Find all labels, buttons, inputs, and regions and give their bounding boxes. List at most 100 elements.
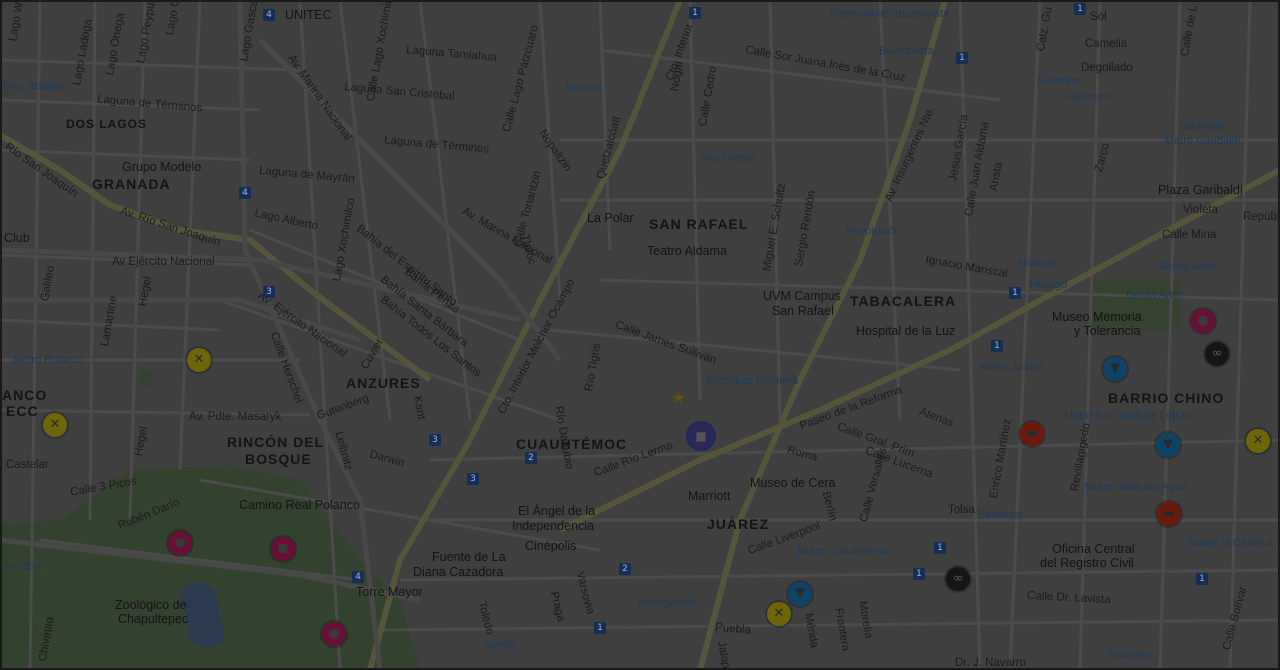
palette-icon[interactable]: ● xyxy=(168,531,192,555)
place-label[interactable]: San Rafael xyxy=(772,304,834,318)
place-label[interactable]: Independencia xyxy=(512,519,594,533)
place-label[interactable]: Chapultepec xyxy=(118,612,188,626)
cart-icon[interactable]: ▬ xyxy=(1020,422,1044,446)
palette-icon[interactable]: ● xyxy=(271,537,295,561)
place-label[interactable]: Zoológico de xyxy=(115,598,187,612)
metro-station-label[interactable]: Isabel la Católica xyxy=(1189,536,1273,550)
place-label[interactable]: La Polar xyxy=(587,211,634,225)
cocktail-icon[interactable]: ▼ xyxy=(1103,357,1127,381)
place-label[interactable]: UNITEC xyxy=(285,8,332,22)
fork-knife-icon[interactable]: ✕ xyxy=(1246,429,1270,453)
cocktail-icon[interactable]: ▼ xyxy=(788,582,812,606)
place-label[interactable]: Fuente de La xyxy=(432,550,506,564)
fork-knife-icon[interactable]: ✕ xyxy=(767,602,791,626)
street-label: Dr. J. Navarro xyxy=(955,657,1026,669)
metro-station-label[interactable]: Buenavista xyxy=(879,44,933,58)
cocktail-icon[interactable]: ▼ xyxy=(1156,433,1180,457)
place-label[interactable]: Club xyxy=(4,231,30,245)
palette-icon[interactable]: ● xyxy=(322,622,346,646)
neighborhood-label: DOS LAGOS xyxy=(66,117,148,131)
metro-station-label[interactable]: Metro Cuauhtémoc xyxy=(797,544,891,558)
route-badge: 1 xyxy=(1009,287,1021,299)
fork-knife-icon[interactable]: ✕ xyxy=(43,413,67,437)
place-label: ECC xyxy=(6,403,39,419)
place-label[interactable]: El Ángel de la xyxy=(518,504,595,518)
metro-station-label[interactable]: Metro Garibaldi xyxy=(1165,134,1240,148)
route-badge: 1 xyxy=(1196,573,1208,585)
place-label[interactable]: Hospital de la Luz xyxy=(856,324,955,338)
metro-station-label[interactable]: Sevilla xyxy=(484,638,516,652)
place-label[interactable]: del Registro Civil xyxy=(1040,556,1134,570)
place-label[interactable]: Plaza Garibaldi xyxy=(1158,183,1243,197)
place-label[interactable]: Teatro Aldama xyxy=(647,244,727,258)
route-badge: 3 xyxy=(467,473,479,485)
metro-station-label[interactable]: San Joaquín xyxy=(3,79,65,93)
street-label: Violeta xyxy=(1183,204,1218,216)
metro-station-label[interactable]: Metrobus Reforma xyxy=(707,374,798,388)
metro-station-label[interactable]: Metro Juárez xyxy=(980,360,1044,374)
route-badge: 1 xyxy=(689,7,701,19)
palette-icon[interactable]: ● xyxy=(1191,309,1215,333)
place-label[interactable]: Oficina Central xyxy=(1052,542,1135,556)
place-label[interactable]: y Tolerancia xyxy=(1074,324,1140,338)
neighborhood-label: ANZURES xyxy=(346,375,421,391)
route-badge: 4 xyxy=(239,187,251,199)
star-icon[interactable]: ★ xyxy=(671,388,685,407)
metro-station-label[interactable]: Metro Salto del Agua xyxy=(1085,480,1187,494)
metro-station-label[interactable]: Hidalgo xyxy=(1030,278,1067,292)
fork-knife-icon[interactable]: ✕ xyxy=(187,348,211,372)
metro-station-label[interactable]: Insurgentes xyxy=(638,596,695,610)
route-badge: 4 xyxy=(263,9,275,21)
route-badge: 1 xyxy=(913,568,925,580)
metro-station-label[interactable]: Balderas xyxy=(978,508,1021,522)
metro-station-label[interactable]: Bellas Artes xyxy=(1159,260,1217,274)
route-badge: 1 xyxy=(991,340,1003,352)
street-label: Sol xyxy=(1090,11,1107,23)
neighborhood-label: JUÁREZ xyxy=(707,516,770,532)
street-label: Ferrocarriles Buenavista xyxy=(830,8,950,20)
place-label[interactable]: Torre Mayor xyxy=(356,585,423,599)
neighborhood-label: GRANADA xyxy=(92,176,171,192)
metro-station-label[interactable]: Metro Polanco xyxy=(13,353,84,367)
metro-station-label[interactable]: Hidalgo xyxy=(1019,256,1056,270)
street-label: Camelia xyxy=(1085,38,1128,50)
route-badge: 1 xyxy=(1074,3,1086,15)
route-badge: 2 xyxy=(619,563,631,575)
street-label: Castelar xyxy=(6,459,49,471)
route-badge: 1 xyxy=(956,52,968,64)
metro-station-label[interactable]: Metro San Juan de Letrán xyxy=(1064,409,1191,423)
shopping-bag-icon[interactable]: ■ xyxy=(686,421,716,451)
cart-icon[interactable]: ▬ xyxy=(1157,502,1181,526)
route-badge: 4 xyxy=(352,571,364,583)
street-label: Puebla xyxy=(714,621,752,637)
metro-station-label[interactable]: San Cosme xyxy=(699,151,756,165)
place-label[interactable]: Museo de Cera xyxy=(750,476,835,490)
metro-station-label[interactable]: Bellas Artes xyxy=(1126,288,1184,302)
place-label[interactable]: Camino Real Polanco xyxy=(239,498,360,512)
route-badge: 1 xyxy=(594,622,606,634)
metro-station-label[interactable]: Auditorio xyxy=(3,559,46,573)
metro-station-label[interactable]: Doctores xyxy=(1109,648,1153,662)
metro-station-label[interactable]: Garibaldi xyxy=(1180,119,1224,133)
place-label[interactable]: Museo Memoria xyxy=(1052,310,1142,324)
place-label[interactable]: Grupo Modelo xyxy=(122,160,201,174)
place-label[interactable]: Marriott xyxy=(688,489,730,503)
neighborhood-label: BARRIO CHINO xyxy=(1108,390,1225,406)
map-canvas[interactable]: DOS LAGOS GRANADA ANZURES RINCÓN DEL BOS… xyxy=(0,0,1280,670)
metro-station-label[interactable]: Guerrero xyxy=(1066,90,1110,104)
neighborhood-label: TABACALERA xyxy=(850,293,957,309)
binoculars-icon[interactable]: ∞ xyxy=(1205,342,1229,366)
metro-station-label[interactable]: Guerrero xyxy=(1037,74,1081,88)
place-label[interactable]: Cinépolis xyxy=(525,539,576,553)
place-label[interactable]: Diana Cazadora xyxy=(413,565,503,579)
place-label[interactable]: UVM Campus xyxy=(763,289,841,303)
metro-station-label[interactable]: Normal xyxy=(566,81,601,95)
place-label: ANCO xyxy=(2,387,48,403)
street-label: Av Ejército Nacional xyxy=(112,256,215,268)
route-badge: 3 xyxy=(429,434,441,446)
neighborhood-label: RINCÓN DEL xyxy=(227,434,325,450)
street-label: Degollado xyxy=(1081,62,1133,74)
metro-station-label[interactable]: Revolución xyxy=(846,224,900,238)
street-label: Av. Pdte. Masaryk xyxy=(189,411,282,423)
binoculars-icon[interactable]: ∞ xyxy=(946,567,970,591)
